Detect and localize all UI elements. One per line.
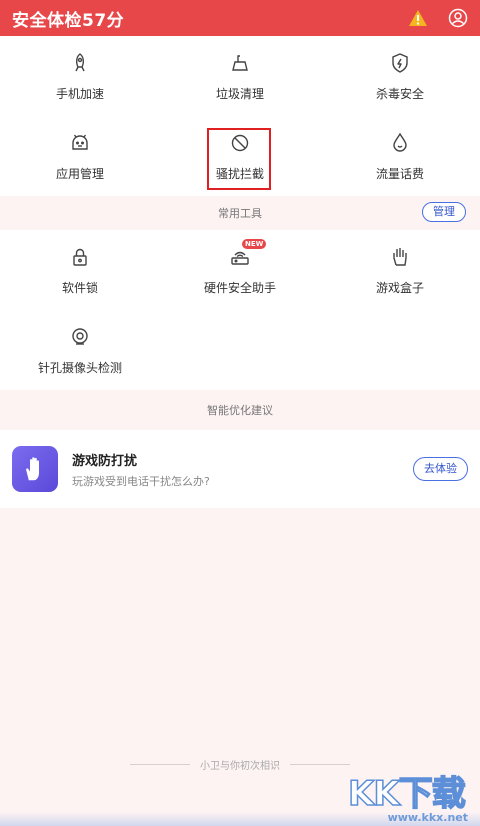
grid-item-label: 应用管理: [55, 166, 104, 181]
footer-divider: 小卫与你初次相识: [130, 756, 350, 772]
tool-item-label: 针孔摄像头检测: [37, 360, 122, 375]
grid-item-app-manage[interactable]: 应用管理: [0, 116, 160, 196]
card-subtitle: 玩游戏受到电话干扰怎么办?: [72, 474, 210, 488]
rocket-icon: [68, 51, 92, 75]
warning-triangle-icon[interactable]: [408, 9, 428, 27]
tool-item-pinhole-camera[interactable]: 针孔摄像头检测: [0, 310, 160, 390]
card-title: 游戏防打扰: [72, 453, 138, 469]
grid-item-label: 手机加速: [55, 86, 104, 101]
camera-icon: [68, 325, 92, 349]
footer-text: 小卫与你初次相识: [200, 760, 280, 772]
site-watermark: KK下载 www.kkx.net: [347, 766, 472, 824]
grid-item-label: 垃圾清理: [215, 86, 264, 101]
tools-section-title: 常用工具: [218, 207, 262, 220]
suggestion-card[interactable]: 游戏防打扰 玩游戏受到电话干扰怎么办? 去体验: [0, 430, 480, 508]
main-function-grid: 手机加速 垃圾清理 杀毒安全 应用管理 骚扰拦截 流量话费: [0, 36, 480, 196]
suggest-section-header: 智能优化建议: [0, 390, 480, 430]
android-icon: [68, 131, 92, 155]
manage-button[interactable]: 管理: [422, 202, 466, 222]
user-circle-icon[interactable]: [448, 8, 468, 28]
grid-item-antivirus[interactable]: 杀毒安全: [320, 36, 480, 116]
security-score-title[interactable]: 安全体检57分: [12, 6, 124, 31]
tools-section-header: 常用工具 管理: [0, 196, 480, 230]
divider-line: [290, 763, 350, 765]
grid-item-label: 流量话费: [375, 166, 424, 181]
shield-lightning-icon: [388, 51, 412, 75]
tools-grid: 软件锁 NEW 硬件安全助手 游戏盒子 针孔摄像头检测: [0, 230, 480, 390]
watermark-logo: KK下载: [347, 773, 466, 815]
tool-item-hardware-assistant[interactable]: NEW 硬件安全助手: [160, 230, 320, 310]
grid-item-label: 杀毒安全: [375, 86, 424, 101]
tool-item-app-lock[interactable]: 软件锁: [0, 230, 160, 310]
try-button[interactable]: 去体验: [413, 457, 468, 481]
water-drop-icon: [388, 131, 412, 155]
grid-item-harass-block[interactable]: 骚扰拦截: [160, 116, 320, 196]
tool-item-label: 软件锁: [61, 280, 98, 295]
top-header: 安全体检57分: [0, 0, 480, 36]
grid-item-label: 骚扰拦截: [215, 166, 264, 181]
tool-item-label: 硬件安全助手: [203, 280, 276, 295]
block-icon: [228, 131, 252, 155]
router-icon: NEW: [228, 238, 267, 269]
game-hand-icon: [12, 446, 58, 492]
new-badge: NEW: [242, 238, 267, 249]
tool-item-label: 游戏盒子: [375, 280, 424, 295]
trash-icon: [228, 51, 252, 75]
divider-line: [130, 763, 190, 765]
hand-icon: [388, 245, 412, 269]
tool-item-game-box[interactable]: 游戏盒子: [320, 230, 480, 310]
suggest-section-title: 智能优化建议: [207, 404, 273, 417]
grid-item-phone-boost[interactable]: 手机加速: [0, 36, 160, 116]
grid-item-data-usage[interactable]: 流量话费: [320, 116, 480, 196]
lock-icon: [68, 245, 92, 269]
grid-item-junk-clean[interactable]: 垃圾清理: [160, 36, 320, 116]
